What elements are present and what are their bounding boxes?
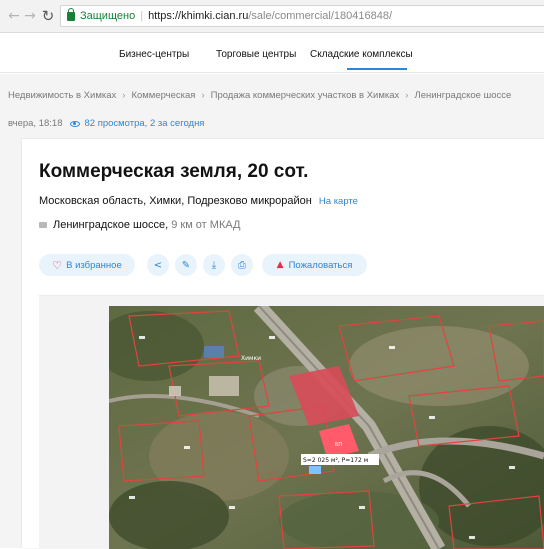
updated-time: вчера, 18:18 bbox=[8, 118, 63, 129]
listing-meta: вчера, 18:18 82 просмотра, 2 за сегодня bbox=[8, 118, 204, 129]
browser-toolbar: ← → ↻ Защищено | https://khimki.cian.ru /… bbox=[0, 0, 544, 33]
forward-arrow-icon[interactable]: → bbox=[20, 6, 40, 26]
chevron-right-icon: › bbox=[122, 90, 126, 101]
views-count[interactable]: 82 просмотра, 2 за сегодня bbox=[84, 118, 204, 129]
breadcrumb-item[interactable]: Недвижимость в Химках bbox=[8, 90, 116, 101]
nav-warehouse-complexes[interactable]: Складские комплексы bbox=[310, 49, 413, 60]
chevron-right-icon: › bbox=[405, 90, 409, 101]
address-text: Московская область, Химки, Подрезково ми… bbox=[39, 195, 312, 207]
reload-icon[interactable]: ↻ bbox=[38, 6, 58, 26]
share-icon: < bbox=[153, 259, 163, 271]
url-host: https://khimki.cian.ru bbox=[148, 10, 249, 22]
address-separator: | bbox=[140, 10, 144, 22]
satellite-map-photo[interactable]: БП S=2 025 м², P=172 м Химки bbox=[109, 306, 544, 549]
on-map-link[interactable]: На карте bbox=[319, 196, 358, 207]
breadcrumb-item[interactable]: Ленинградское шоссе bbox=[414, 90, 511, 101]
map-label: S=2 025 м², P=172 м bbox=[303, 457, 368, 464]
map-label: БП bbox=[335, 442, 342, 448]
favorite-label: В избранное bbox=[66, 259, 122, 271]
warning-icon: ▲ bbox=[276, 260, 284, 270]
page-title: Коммерческая земля, 20 сот. bbox=[39, 161, 309, 182]
breadcrumb-item[interactable]: Коммерческая bbox=[131, 90, 195, 101]
print-icon: ⎙ bbox=[238, 259, 246, 271]
secure-label: Защищено bbox=[80, 10, 136, 22]
complain-button[interactable]: ▲ Пожаловаться bbox=[262, 254, 367, 276]
breadcrumb-item[interactable]: Продажа коммерческих участков в Химках bbox=[211, 90, 400, 101]
eye-icon bbox=[70, 120, 81, 127]
highway-info: Ленинградское шоссе, 9 км от МКАД bbox=[39, 219, 241, 231]
highway-name: Ленинградское шоссе, bbox=[53, 219, 169, 231]
photo-gallery: БП S=2 025 м², P=172 м Химки bbox=[39, 295, 544, 549]
download-icon: ⤓ bbox=[211, 259, 217, 271]
content-area: Недвижимость в Химках › Коммерческая › Прода… bbox=[0, 74, 544, 549]
share-button[interactable]: < bbox=[147, 254, 169, 276]
site-nav: Бизнес-центры Торговые центры Складские … bbox=[0, 34, 544, 73]
download-button[interactable]: ⤓ bbox=[203, 254, 225, 276]
chevron-right-icon: › bbox=[201, 90, 205, 101]
address-bar[interactable]: Защищено | https://khimki.cian.ru/sale/c… bbox=[60, 5, 544, 27]
highway-distance: 9 км от МКАД bbox=[171, 219, 241, 231]
map-label: Химки bbox=[241, 355, 261, 362]
complain-label: Пожаловаться bbox=[288, 259, 353, 271]
favorite-button[interactable]: ♡ В избранное bbox=[39, 254, 135, 276]
listing-address: Московская область, Химки, Подрезково ми… bbox=[39, 195, 358, 207]
edit-button[interactable]: ✎ bbox=[175, 254, 197, 276]
lock-icon bbox=[67, 7, 75, 21]
nav-active-indicator bbox=[347, 68, 407, 70]
highway-icon bbox=[39, 222, 47, 228]
url-path: /sale/commercial/180416848/ bbox=[248, 10, 393, 22]
print-button[interactable]: ⎙ bbox=[231, 254, 253, 276]
nav-shopping-centers[interactable]: Торговые центры bbox=[216, 49, 296, 60]
pencil-icon: ✎ bbox=[181, 259, 191, 271]
heart-icon: ♡ bbox=[52, 258, 63, 272]
listing-card: Коммерческая земля, 20 сот. Московская о… bbox=[22, 139, 544, 549]
nav-business-centers[interactable]: Бизнес-центры bbox=[119, 49, 189, 60]
breadcrumb: Недвижимость в Химках › Коммерческая › Прода… bbox=[8, 90, 511, 101]
